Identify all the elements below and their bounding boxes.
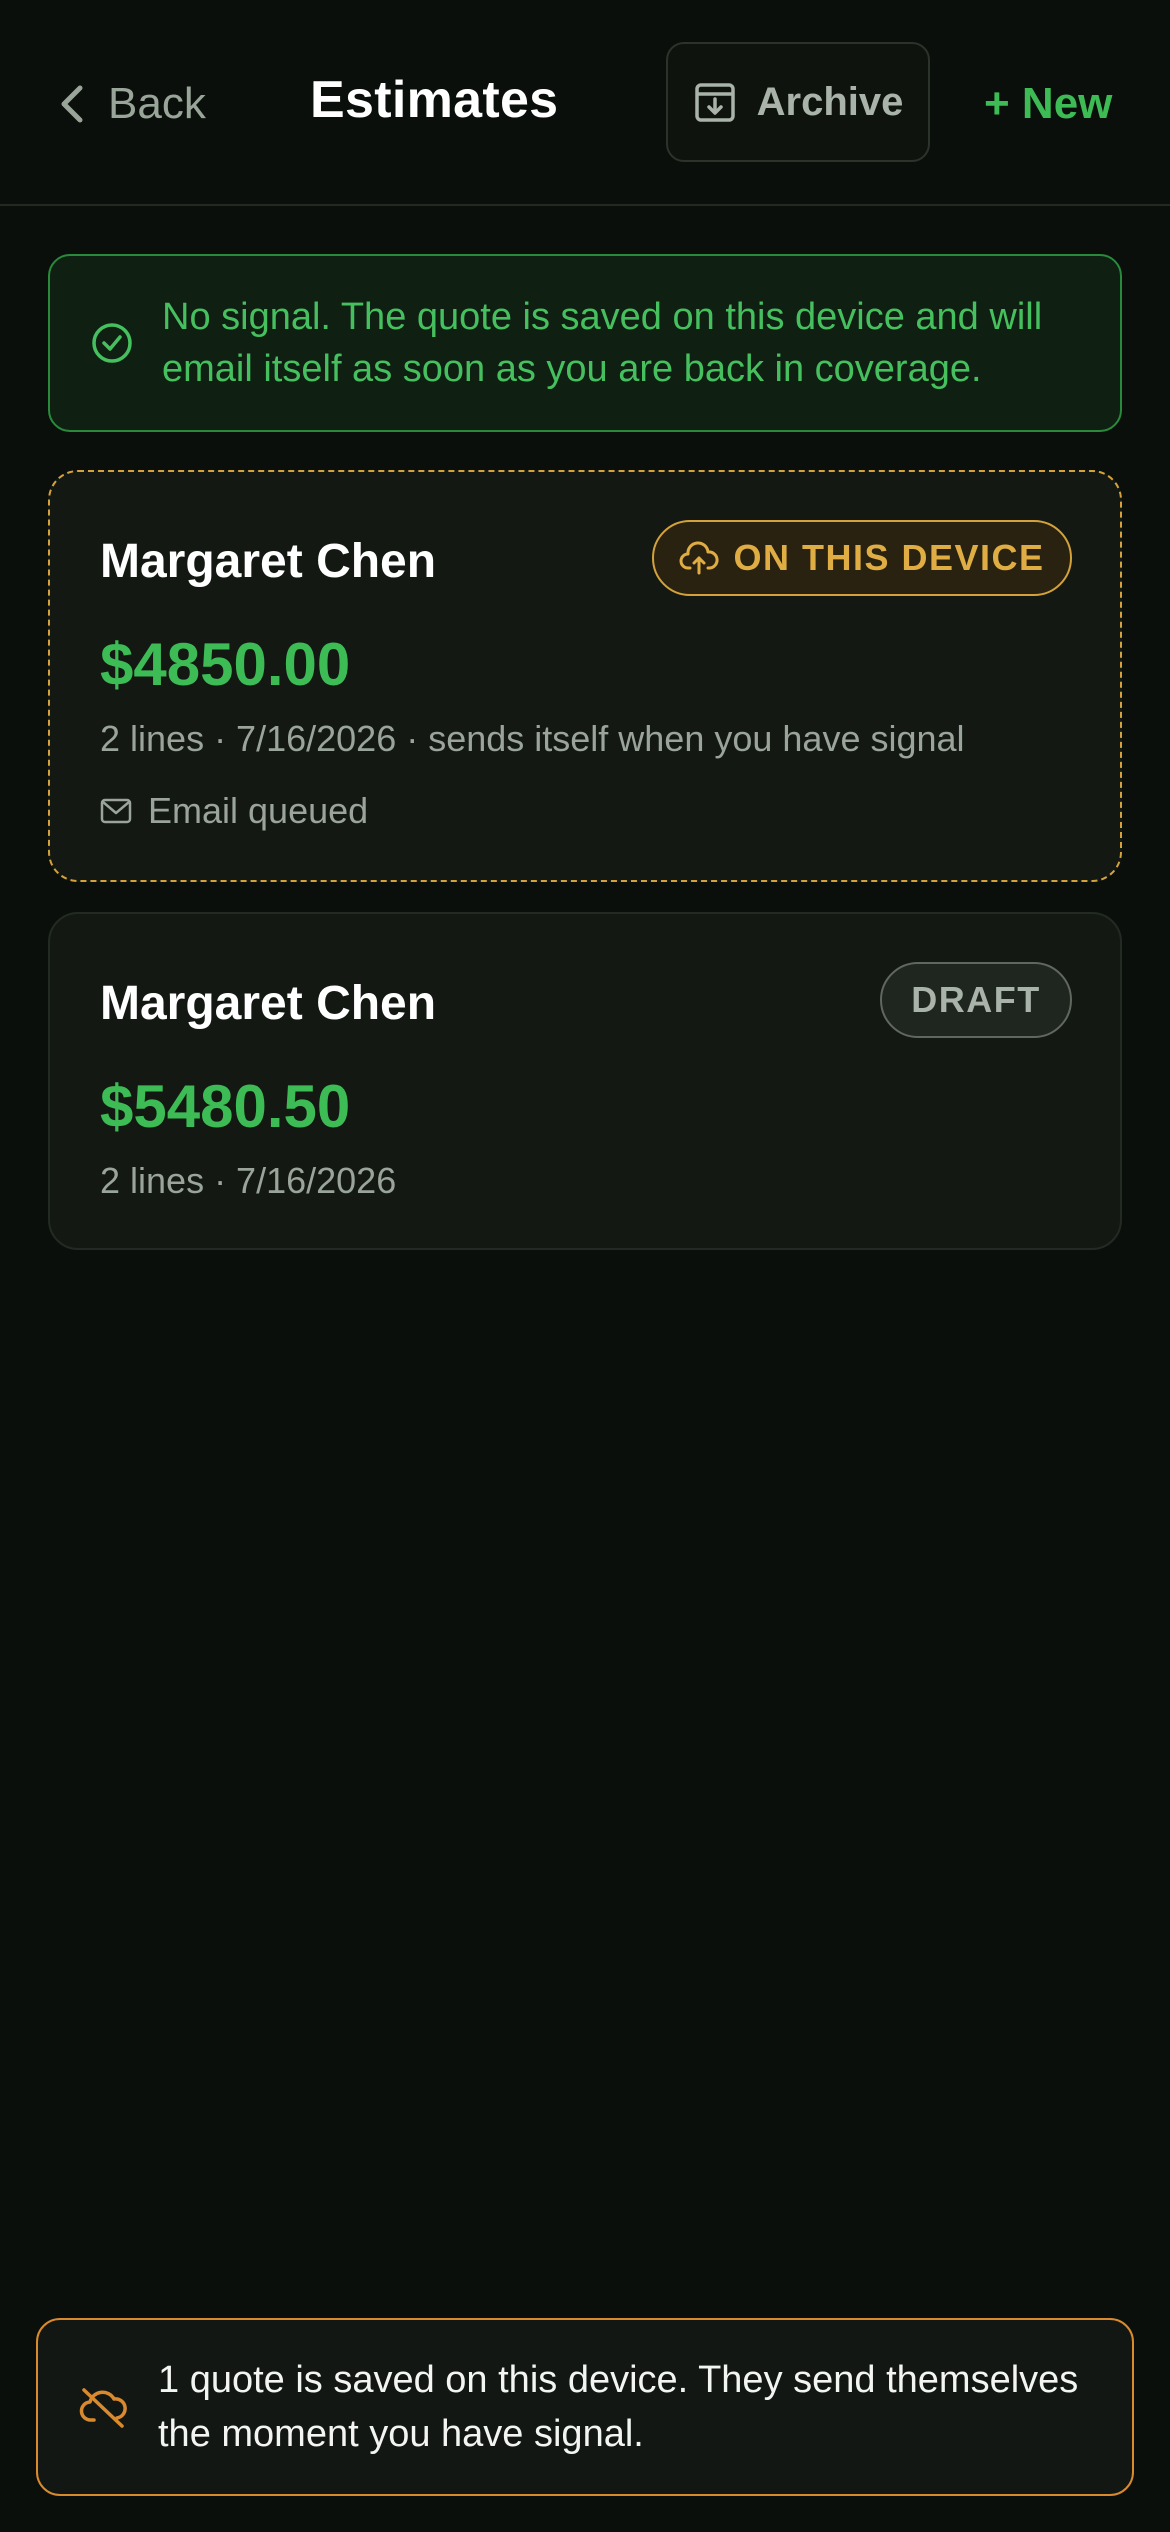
page-title: Estimates (310, 71, 559, 129)
mail-icon (100, 798, 132, 824)
estimate-meta: 2 lines · 7/16/2026 · sends itself when … (100, 718, 965, 759)
top-bar: Back Estimates Archive + New (0, 0, 1170, 206)
archive-button[interactable]: Archive (666, 42, 930, 162)
offline-queue-toast: 1 quote is saved on this device. They se… (36, 2318, 1134, 2496)
archive-label: Archive (756, 79, 904, 124)
client-name: Margaret Chen (100, 535, 437, 588)
chevron-left-icon (61, 85, 83, 123)
estimate-amount: $4850.00 (100, 631, 351, 698)
estimate-card[interactable]: Margaret Chen DRAFT $5480.50 2 lines · 7… (48, 912, 1122, 1250)
status-badge: ON THIS DEVICE (652, 520, 1072, 596)
archive-icon (694, 83, 735, 122)
email-status: Email queued (100, 790, 368, 832)
cloud-off-icon (79, 2388, 127, 2428)
banner-message: No signal. The quote is saved on this de… (162, 296, 1043, 390)
toast-message: 1 quote is saved on this device. They se… (158, 2359, 1079, 2455)
back-label: Back (108, 79, 206, 128)
check-circle-icon (92, 323, 132, 363)
estimate-meta: 2 lines · 7/16/2026 (100, 1160, 397, 1201)
cloud-upload-icon (679, 541, 720, 575)
new-estimate-button[interactable]: + New (984, 72, 1112, 136)
estimate-amount: $5480.50 (100, 1073, 351, 1140)
status-badge-label: ON THIS DEVICE (733, 537, 1045, 578)
status-badge: DRAFT (880, 962, 1072, 1038)
estimates-screen: Back Estimates Archive + New No signal. … (0, 0, 1170, 2532)
back-button[interactable]: Back (56, 68, 206, 140)
offline-banner: No signal. The quote is saved on this de… (48, 254, 1122, 432)
email-status-label: Email queued (148, 790, 369, 831)
estimate-card[interactable]: Margaret Chen ON THIS DEVICE $4850.00 2 … (48, 470, 1122, 882)
status-badge-label: DRAFT (911, 979, 1041, 1020)
client-name: Margaret Chen (100, 977, 437, 1030)
